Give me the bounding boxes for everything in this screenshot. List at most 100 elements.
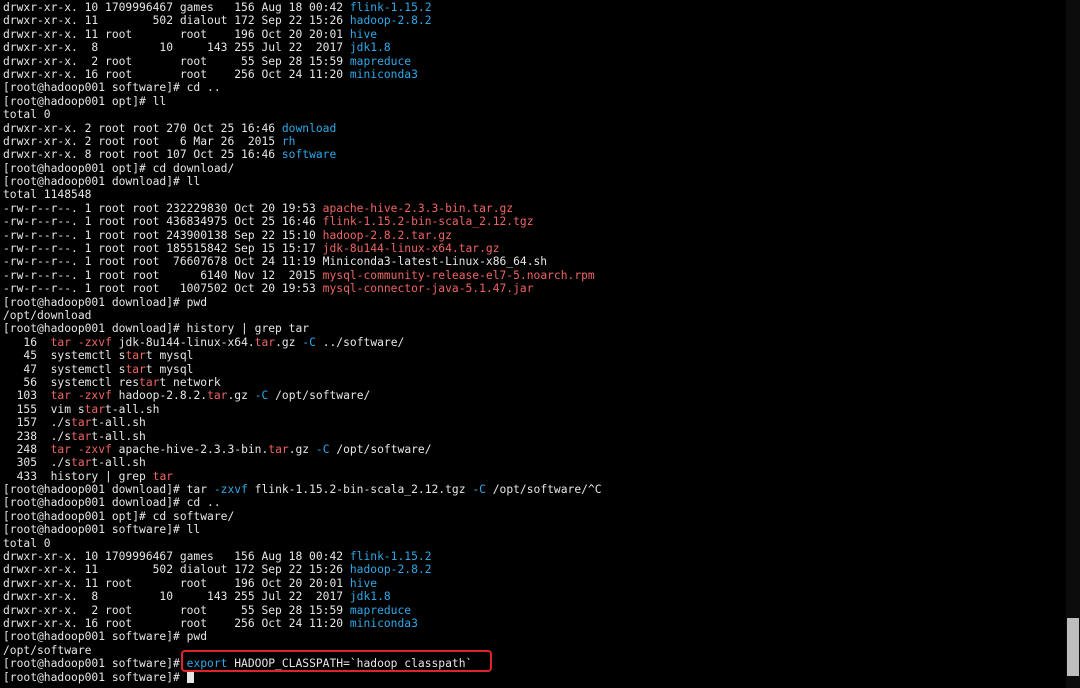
terminal-line: drwxr-xr-x. 2 root root 55 Sep 28 15:59 … (3, 604, 1066, 617)
terminal-text-text: drwxr-xr-x. 11 502 dialout 172 Sep 22 15… (3, 563, 350, 577)
terminal-line: 16 tar -zxvf jdk-8u144-linux-x64.tar.gz … (3, 336, 1066, 349)
terminal-text-text: [root@hadoop001 software]# (3, 670, 187, 684)
terminal-text-text: 305 ./s (3, 456, 72, 470)
terminal-line: /opt/software (3, 644, 1066, 657)
terminal-text-grep: -zxvf (77, 442, 112, 456)
terminal-text-text: drwxr-xr-x. 11 502 dialout 172 Sep 22 15… (3, 14, 350, 28)
terminal-line: drwxr-xr-x. 10 1709996467 games 156 Aug … (3, 1, 1066, 14)
terminal-line: drwxr-xr-x. 8 10 143 255 Jul 22 2017 jdk… (3, 41, 1066, 54)
terminal-text-command: -C (315, 442, 330, 456)
terminal-text-dir: mapreduce (349, 54, 412, 68)
terminal-line: drwxr-xr-x. 16 root root 256 Oct 24 11:2… (3, 617, 1066, 630)
terminal-text-grep: tar (50, 442, 72, 456)
terminal-text-grep: tar (207, 389, 228, 403)
terminal-text-text: drwxr-xr-x. 2 root root 55 Sep 28 15:59 (3, 54, 350, 68)
terminal-text-text: .gz (288, 442, 316, 456)
terminal-line: drwxr-xr-x. 16 root root 256 Oct 24 11:2… (3, 68, 1066, 81)
terminal-text-text: 433 history | grep (3, 469, 153, 483)
terminal-line: total 1148548 (3, 188, 1066, 201)
terminal-text-text: /opt/software (3, 643, 92, 657)
terminal-text-grep: tar (254, 335, 276, 349)
terminal-text-text: t mysql (145, 362, 194, 376)
terminal-text-archive: flink-1.15.2-bin-scala_2.12.tgz (322, 215, 534, 229)
terminal-line: 103 tar -zxvf hadoop-2.8.2.tar.gz -C /op… (3, 389, 1066, 402)
terminal-text-text: -rw-r--r--. 1 root root 436834975 Oct 25… (3, 215, 323, 229)
terminal-line: drwxr-xr-x. 10 1709996467 games 156 Aug … (3, 550, 1066, 563)
terminal-text-command: -C (472, 483, 486, 497)
terminal-text-text: -rw-r--r--. 1 root root 185515842 Sep 15… (3, 242, 323, 256)
terminal-text-text: [root@hadoop001 download]# pwd (3, 295, 208, 309)
terminal-line: total 0 (3, 108, 1066, 121)
terminal-line: drwxr-xr-x. 8 root root 107 Oct 25 16:46… (3, 148, 1066, 161)
terminal-line: [root@hadoop001 opt]# cd download/ (3, 162, 1066, 175)
terminal-text-text: t-all.sh (91, 456, 146, 470)
terminal-text-command: export (186, 657, 228, 671)
terminal-text-text: -rw-r--r--. 1 root root 243900138 Sep 22… (3, 228, 323, 242)
vertical-scrollbar[interactable] (1066, 0, 1080, 688)
terminal-text-grep: tar (50, 335, 72, 349)
terminal-text-text (71, 336, 78, 349)
terminal-text-text: 103 (3, 389, 51, 403)
terminal-text-text: drwxr-xr-x. 2 root root 270 Oct 25 16:46 (3, 121, 282, 135)
terminal-text-grep: -zxvf (77, 335, 112, 349)
terminal-text-grep: tar (125, 362, 146, 376)
terminal-text-archive: jdk-8u144-linux-x64.tar.gz (322, 242, 500, 256)
terminal-line: 305 ./start-all.sh (3, 456, 1066, 469)
terminal-text-dir: download (281, 121, 337, 135)
terminal-line: -rw-r--r--. 1 root root 6140 Nov 12 2015… (3, 269, 1066, 282)
terminal-text-grep: tar (71, 429, 92, 443)
terminal-text-grep: tar (152, 469, 174, 483)
terminal-text-archive: apache-hive-2.3.3-bin.tar.gz (322, 201, 514, 215)
terminal-text-text: drwxr-xr-x. 8 root root 107 Oct 25 16:46 (3, 148, 282, 162)
terminal-line: [root@hadoop001 opt]# cd software/ (3, 510, 1066, 523)
terminal-text-text: [root@hadoop001 download]# history | gre… (3, 322, 310, 336)
terminal-text-dir: hive (349, 576, 378, 590)
terminal-text-text: 157 ./s (3, 416, 72, 430)
terminal-text-grep: tar (71, 456, 92, 470)
terminal-line: -rw-r--r--. 1 root root 1007502 Oct 20 1… (3, 282, 1066, 295)
terminal-text-dir: rh (281, 134, 296, 148)
terminal-text-command: -zxvf (213, 483, 248, 497)
terminal-text-text: drwxr-xr-x. 8 10 143 255 Jul 22 2017 (3, 590, 350, 604)
terminal-line: 157 ./start-all.sh (3, 416, 1066, 429)
terminal-text-grep: tar (268, 442, 289, 456)
terminal-text-text: 248 (3, 442, 51, 456)
terminal-text-text: [root@hadoop001 download]# cd .. (3, 496, 221, 510)
terminal-text-text: hadoop-2.8.2. (111, 389, 208, 403)
terminal-text-archive: mysql-community-release-el7-5.noarch.rpm (322, 268, 595, 282)
terminal-text-text: t-all.sh (91, 429, 146, 443)
terminal-text-text: flink-1.15.2-bin-scala_2.12.tgz (247, 483, 473, 497)
terminal-text-text: [root@hadoop001 download]# tar (3, 483, 214, 497)
terminal-line: [root@hadoop001 software]# ll (3, 523, 1066, 536)
terminal-text-text: drwxr-xr-x. 8 10 143 255 Jul 22 2017 (3, 41, 350, 55)
terminal-text-text: drwxr-xr-x. 10 1709996467 games 156 Aug … (3, 550, 350, 564)
terminal-text-text: -rw-r--r--. 1 root root 76607678 Oct 24 … (3, 255, 548, 269)
terminal-text-dir: jdk1.8 (349, 590, 391, 604)
terminal-text-text: [root@hadoop001 opt]# ll (3, 94, 167, 108)
terminal-text-text: t-all.sh (91, 416, 146, 430)
terminal-output[interactable]: drwxr-xr-x. 10 1709996467 games 156 Aug … (0, 0, 1066, 688)
terminal-line: [root@hadoop001 download]# pwd (3, 296, 1066, 309)
terminal-text-text: .gz (275, 335, 303, 349)
terminal-line: [root@hadoop001 software]# cd .. (3, 81, 1066, 94)
terminal-text-text: apache-hive-2.3.3-bin. (111, 442, 269, 456)
terminal-line: drwxr-xr-x. 8 10 143 255 Jul 22 2017 jdk… (3, 590, 1066, 603)
terminal-line: drwxr-xr-x. 2 root root 270 Oct 25 16:46… (3, 122, 1066, 135)
terminal-line: [root@hadoop001 software]# (3, 670, 1066, 684)
scrollbar-thumb[interactable] (1067, 618, 1079, 676)
terminal-text-dir: hive (349, 27, 378, 41)
terminal-text-text: t network (159, 375, 221, 389)
terminal-text-text: [root@hadoop001 software]# (3, 657, 187, 671)
terminal-text-command: -C (302, 335, 316, 349)
terminal-line: 433 history | grep tar (3, 470, 1066, 483)
terminal-line: 155 vim start-all.sh (3, 403, 1066, 416)
terminal-line: total 0 (3, 537, 1066, 550)
terminal-text-text: t mysql (145, 349, 194, 363)
terminal-text-text (71, 389, 78, 402)
terminal-text-text: -rw-r--r--. 1 root root 232229830 Oct 20… (3, 201, 323, 215)
terminal-text-text: 56 systemctl res (3, 375, 140, 389)
terminal-line: [root@hadoop001 software]# pwd (3, 630, 1066, 643)
terminal-line: -rw-r--r--. 1 root root 436834975 Oct 25… (3, 215, 1066, 228)
terminal-text-text: total 0 (3, 108, 51, 122)
terminal-text-archive: hadoop-2.8.2.tar.gz (322, 228, 452, 242)
